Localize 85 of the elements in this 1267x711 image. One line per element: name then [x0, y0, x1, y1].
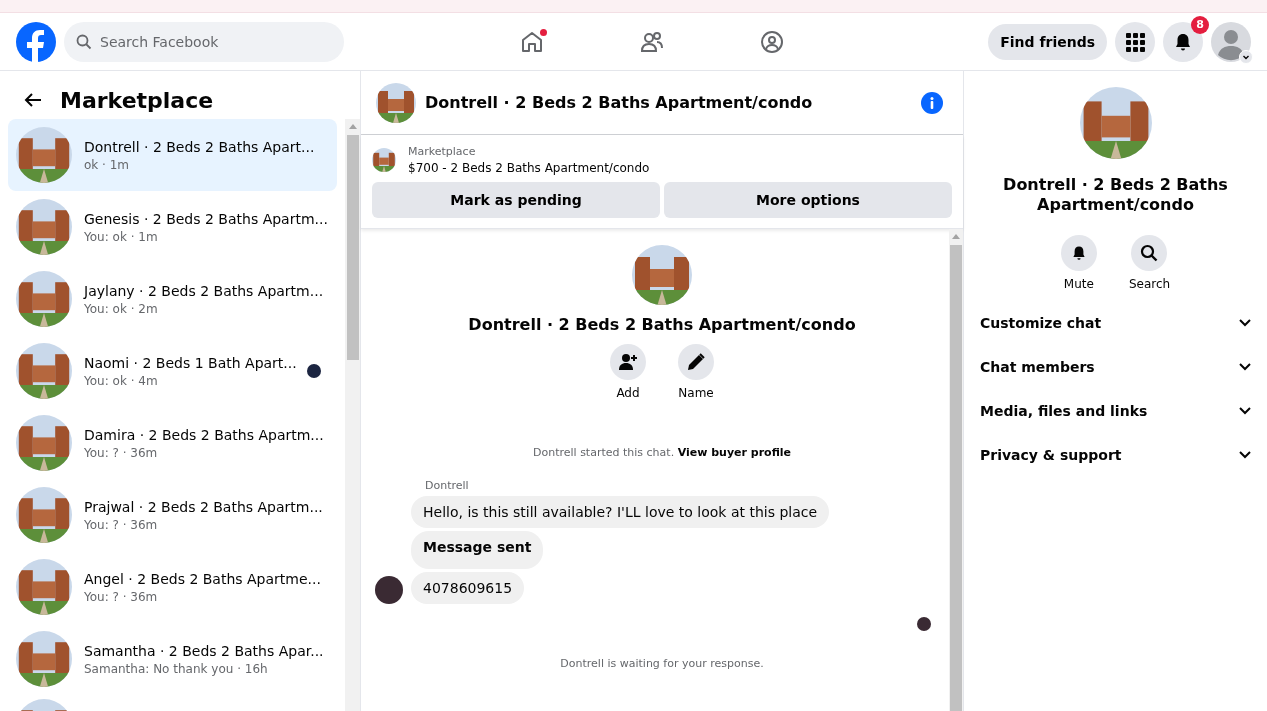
conversation-item[interactable]: Samantha · 2 Beds 2 Baths Apar... Samantha: No thank you · 16h	[8, 623, 337, 695]
button-label: Add	[616, 386, 640, 400]
chat-title: Dontrell · 2 Beds 2 Baths Apartment/condo	[425, 93, 814, 112]
message-preview: ok · 1m	[84, 157, 131, 172]
listing-photo	[16, 631, 72, 687]
view-buyer-profile-link[interactable]: View buyer profile	[677, 446, 791, 459]
scrollbar[interactable]	[949, 229, 963, 711]
conversation-title: Genesis · 2 Beds 2 Baths Apartm...	[84, 210, 329, 227]
message-bubble: Message sent	[411, 531, 544, 569]
account-button[interactable]	[1211, 21, 1251, 62]
intro-title: Dontrell · 2 Beds 2 Baths Apartment/condo	[468, 315, 856, 334]
seen-avatar	[917, 617, 931, 631]
message-preview: You: ? · 36m	[84, 517, 159, 532]
menu-button[interactable]	[1115, 21, 1155, 62]
section-label: Media, files and links	[980, 403, 1148, 419]
action-button[interactable]: More options	[664, 182, 952, 218]
action-button[interactable]: Mark as pending	[372, 182, 660, 218]
conversation-title: Naomi · 2 Beds 1 Bath Apart...	[84, 354, 295, 371]
button-label: Name	[678, 386, 714, 400]
section-header[interactable]: Customize chat	[980, 301, 1251, 345]
button-label: Search	[1128, 277, 1171, 291]
grid-icon	[1125, 31, 1145, 52]
chat-started-note: Dontrell started this chat. View buyer profile	[532, 446, 792, 459]
message-preview: You: ok · 1m	[84, 229, 159, 244]
section-header[interactable]: Privacy & support	[980, 433, 1251, 477]
listing-photo	[16, 127, 72, 183]
listing-photo	[632, 245, 692, 305]
mute-button[interactable]	[1060, 235, 1097, 271]
listing-photo	[16, 343, 72, 399]
groups-icon	[759, 28, 785, 55]
name-button[interactable]	[678, 344, 714, 380]
search-button[interactable]	[1131, 235, 1168, 271]
add-person-icon	[618, 352, 638, 372]
message-preview: You: ok · 2m	[84, 301, 159, 316]
listing-photo	[16, 415, 72, 471]
details-title: Dontrell · 2 Beds 2 Baths Apartment/condo	[1002, 175, 1229, 215]
listing-photo	[16, 559, 72, 615]
conversation-item[interactable]: Jaylany · 2 Beds 2 Baths Apartm... You: ok · 2m	[8, 263, 337, 335]
message-bubble: 4078609615	[411, 572, 525, 604]
listing-photo	[376, 82, 416, 123]
pencil-icon	[686, 352, 706, 372]
section-header[interactable]: Chat members	[980, 345, 1251, 389]
message-preview: You: ok · 4m	[84, 373, 159, 388]
message-preview: You: ? · 36m	[84, 445, 159, 460]
conversation-item[interactable]: Dontrell · 2 Beds 2 Baths Apart... ok · 1m	[8, 119, 337, 191]
conversation-title: Prajwal · 2 Beds 2 Baths Apartm...	[84, 498, 324, 515]
listing-photo	[16, 487, 72, 543]
sidebar-title: Marketplace	[60, 87, 214, 113]
sender-name: Dontrell	[425, 479, 470, 492]
bell-icon	[1173, 31, 1193, 52]
section-header[interactable]: Media, files and links	[980, 389, 1251, 433]
section-label: Privacy & support	[980, 447, 1122, 463]
notification-badge: 8	[1191, 15, 1209, 34]
listing-photo	[16, 271, 72, 327]
conversation-title: Damira · 2 Beds 2 Baths Apartm...	[84, 426, 325, 443]
conversation-item[interactable]: Prajwal · 2 Beds 2 Baths Apartm... You: ? · 36m	[8, 479, 337, 551]
conversation-title: Angel · 2 Beds 2 Baths Apartme...	[84, 570, 322, 587]
back-arrow-icon[interactable]	[24, 92, 42, 108]
conversation-title: Jaylany · 2 Beds 2 Baths Apartm...	[84, 282, 325, 299]
find-friends-button[interactable]: Find friends	[988, 23, 1107, 60]
button-label: Mute	[1063, 277, 1094, 291]
conversation-item[interactable]: Damira · 2 Beds 2 Baths Apartm... You: ? · 36m	[8, 407, 337, 479]
sender-avatar	[375, 576, 403, 604]
search-field[interactable]: Search Facebook	[64, 21, 344, 62]
conversation-item[interactable]: Genesis · 2 Beds 2 Baths Apartm... You: ok · 1m	[8, 191, 337, 263]
section-label: Customize chat	[980, 315, 1102, 331]
info-icon[interactable]	[921, 91, 943, 114]
scrollbar[interactable]	[345, 119, 360, 711]
section-label: Chat members	[980, 359, 1095, 375]
listing-photo	[372, 148, 396, 172]
waiting-note: Dontrell is waiting for your response.	[559, 657, 765, 670]
message-bubble: Hello, is this still available? I'LL love to look at this place	[411, 496, 830, 528]
conversation-title: Samantha · 2 Beds 2 Baths Apar...	[84, 642, 325, 659]
conversation-item[interactable]: Naomi · 2 Beds 1 Bath Apart... You: ok · 4m	[8, 335, 337, 407]
conversation-item[interactable]: Angel · 2 Beds 2 Baths Apartme... You: ? · 36m	[8, 551, 337, 623]
notifications-button[interactable]	[1163, 21, 1203, 62]
listing-source: Marketplace	[408, 145, 477, 158]
facebook-logo[interactable]	[16, 21, 56, 62]
listing-photo	[16, 199, 72, 255]
search-icon	[1140, 244, 1159, 262]
message-preview: Samantha: No thank you · 16h	[84, 661, 269, 676]
message-preview: You: ? · 36m	[84, 589, 159, 604]
conversation-title: Dontrell · 2 Beds 2 Baths Apart...	[84, 138, 316, 155]
listing-description: $700 - 2 Beds 2 Baths Apartment/condo	[408, 161, 650, 175]
add-button[interactable]	[610, 344, 646, 380]
